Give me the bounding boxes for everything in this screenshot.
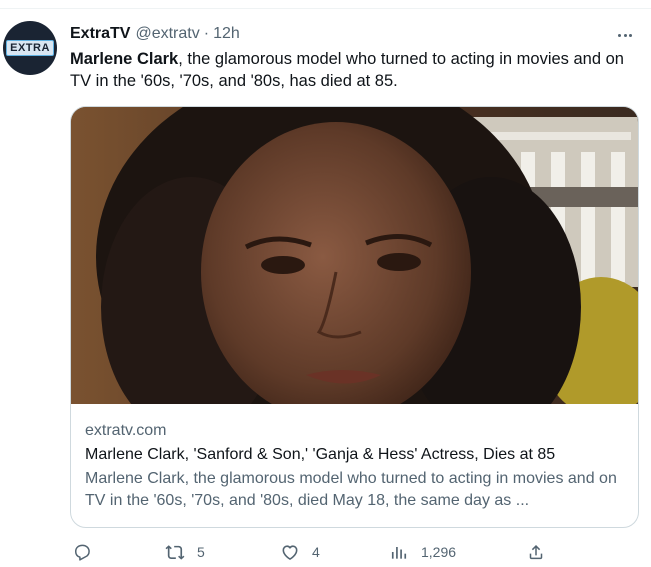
tweet-header: ExtraTV @extratv · 12h — [70, 24, 240, 44]
author-name[interactable]: ExtraTV — [70, 25, 130, 43]
tweet-text: Marlene Clark, the glamorous model who t… — [70, 48, 640, 92]
like-button[interactable]: 4 — [280, 540, 320, 564]
separator-dot: · — [203, 25, 210, 42]
analytics-icon — [389, 542, 409, 562]
like-count: 4 — [312, 544, 320, 560]
top-divider — [0, 8, 651, 9]
share-button[interactable] — [526, 540, 546, 564]
retweet-icon — [165, 542, 185, 562]
tweet-text-bold[interactable]: Marlene Clark — [70, 50, 178, 68]
views-count: 1,296 — [421, 544, 457, 560]
views-button[interactable]: 1,296 — [389, 540, 456, 564]
reply-button[interactable] — [72, 540, 92, 564]
more-options-icon[interactable] — [614, 26, 636, 44]
card-meta: extratv.com Marlene Clark, 'Sanford & So… — [85, 420, 630, 512]
timestamp[interactable]: 12h — [213, 25, 240, 43]
author-handle[interactable]: @extratv — [135, 25, 199, 43]
avatar[interactable]: EXTRA — [3, 21, 57, 75]
retweet-count: 5 — [197, 544, 205, 560]
extratv-logo: EXTRA — [6, 40, 54, 56]
heart-icon — [280, 542, 300, 562]
card-domain: extratv.com — [85, 422, 167, 439]
share-icon — [526, 542, 546, 562]
card-description: Marlene Clark, the glamorous model who t… — [85, 470, 617, 509]
reply-icon — [72, 542, 92, 562]
retweet-button[interactable]: 5 — [165, 540, 205, 564]
tweet-actions: 5 4 1,296 — [70, 540, 640, 564]
link-card[interactable]: extratv.com Marlene Clark, 'Sanford & So… — [70, 106, 639, 528]
card-title[interactable]: Marlene Clark, 'Sanford & Son,' 'Ganja &… — [85, 444, 630, 466]
card-image[interactable] — [71, 107, 638, 404]
